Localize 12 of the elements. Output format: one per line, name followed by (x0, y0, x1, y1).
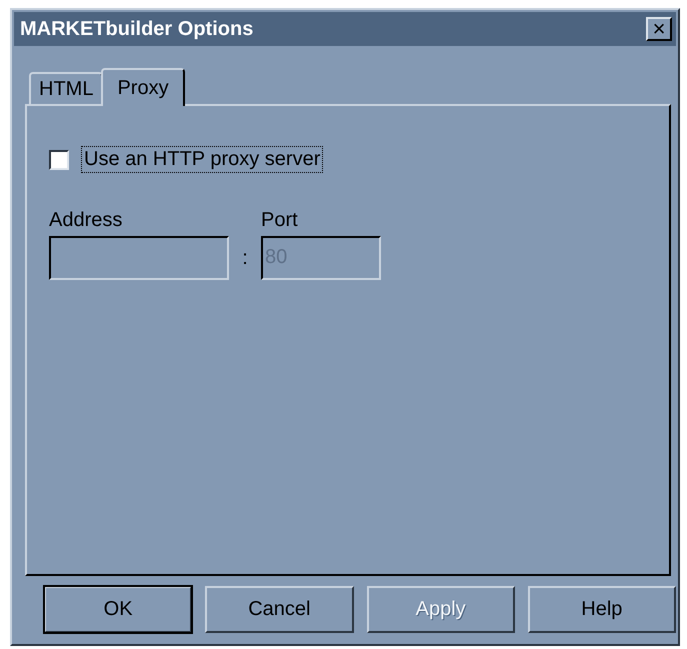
close-button[interactable]: × (646, 17, 672, 41)
address-label: Address (49, 209, 124, 232)
tab[interactable]: HTML (29, 72, 104, 104)
dialog-button[interactable]: OK (44, 586, 192, 633)
port-label: Port (261, 209, 299, 232)
tab[interactable]: Proxy (101, 68, 185, 106)
dialog-button[interactable]: Cancel (205, 586, 354, 633)
window-title: MARKETbuilder Options (20, 18, 254, 40)
checkbox[interactable] (49, 150, 69, 170)
dialog-button[interactable]: Help (528, 586, 676, 633)
colon-separator: : (241, 247, 249, 271)
checkbox-label[interactable]: Use an HTTP proxy server (81, 146, 324, 173)
